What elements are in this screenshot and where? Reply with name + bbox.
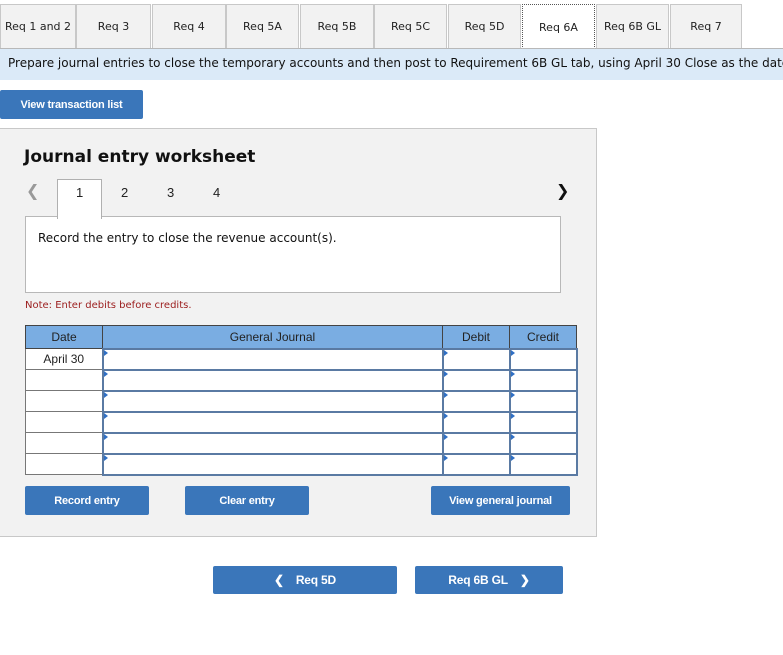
- view-general-journal-button[interactable]: View general journal: [431, 486, 570, 515]
- worksheet-title: Journal entry worksheet: [24, 147, 256, 167]
- account-cell[interactable]: [101, 431, 444, 455]
- credit-input[interactable]: [510, 434, 576, 452]
- credit-cell[interactable]: [508, 410, 578, 434]
- date-cell: [25, 390, 103, 412]
- header-debit: Debit: [442, 325, 510, 349]
- header-credit: Credit: [509, 325, 577, 349]
- credit-cell[interactable]: [508, 431, 578, 455]
- prev-req-5d-button[interactable]: ❮ Req 5D: [213, 566, 397, 594]
- account-cell[interactable]: [101, 347, 444, 371]
- chevron-right-icon[interactable]: ❯: [556, 181, 569, 200]
- account-input[interactable]: [103, 392, 442, 410]
- journal-entry-worksheet: Journal entry worksheet ❮ ❯ 1 2 3 4 Reco…: [0, 128, 597, 537]
- table-row: [25, 368, 578, 392]
- account-input[interactable]: [103, 413, 442, 431]
- date-cell: [25, 432, 103, 454]
- date-cell: [25, 411, 103, 433]
- credit-cell[interactable]: [508, 347, 578, 371]
- account-input[interactable]: [103, 350, 442, 368]
- date-cell: [25, 453, 103, 475]
- step-2[interactable]: 2: [121, 185, 128, 200]
- credit-cell[interactable]: [508, 368, 578, 392]
- tab-req-6b-gl[interactable]: Req 6B GL: [596, 4, 669, 48]
- next-req-6b-gl-button[interactable]: Req 6B GL ❯: [415, 566, 563, 594]
- table-row: [25, 410, 578, 434]
- debit-input[interactable]: [443, 434, 509, 452]
- tab-req-7[interactable]: Req 7: [670, 4, 742, 48]
- debit-cell[interactable]: [441, 368, 511, 392]
- record-entry-button[interactable]: Record entry: [25, 486, 149, 515]
- credit-input[interactable]: [510, 455, 576, 473]
- credit-input[interactable]: [510, 392, 576, 410]
- account-input[interactable]: [103, 371, 442, 389]
- credit-input[interactable]: [510, 350, 576, 368]
- table-row: [25, 431, 578, 455]
- header-date: Date: [25, 325, 103, 349]
- table-row: [25, 389, 578, 413]
- instruction-banner: Prepare journal entries to close the tem…: [0, 48, 783, 80]
- debit-input[interactable]: [443, 455, 509, 473]
- journal-table: Date General Journal Debit Credit April …: [25, 325, 578, 476]
- tab-req-5b[interactable]: Req 5B: [300, 4, 374, 48]
- credit-cell[interactable]: [508, 452, 578, 476]
- view-transaction-list-button[interactable]: View transaction list: [0, 90, 143, 119]
- step-4[interactable]: 4: [213, 185, 220, 200]
- debit-cell[interactable]: [441, 452, 511, 476]
- header-general-journal: General Journal: [102, 325, 443, 349]
- clear-entry-button[interactable]: Clear entry: [185, 486, 309, 515]
- chevron-left-icon[interactable]: ❮: [26, 181, 39, 200]
- tab-req-5d[interactable]: Req 5D: [448, 4, 521, 48]
- debits-note: Note: Enter debits before credits.: [25, 300, 192, 311]
- tab-req-4[interactable]: Req 4: [152, 4, 226, 48]
- account-cell[interactable]: [101, 389, 444, 413]
- account-cell[interactable]: [101, 410, 444, 434]
- account-cell[interactable]: [101, 368, 444, 392]
- tab-req-3[interactable]: Req 3: [76, 4, 151, 48]
- account-input[interactable]: [103, 434, 442, 452]
- debit-cell[interactable]: [441, 431, 511, 455]
- tab-req-5c[interactable]: Req 5C: [374, 4, 447, 48]
- tab-req-5a[interactable]: Req 5A: [226, 4, 299, 48]
- date-cell: [25, 369, 103, 391]
- credit-input[interactable]: [510, 371, 576, 389]
- step-1[interactable]: 1: [76, 185, 83, 200]
- date-cell: April 30: [25, 348, 103, 370]
- chevron-left-icon: ❮: [273, 573, 284, 587]
- entry-prompt-box: Record the entry to close the revenue ac…: [25, 216, 561, 293]
- debit-cell[interactable]: [441, 389, 511, 413]
- debit-input[interactable]: [443, 413, 509, 431]
- debit-cell[interactable]: [441, 410, 511, 434]
- credit-input[interactable]: [510, 413, 576, 431]
- account-cell[interactable]: [101, 452, 444, 476]
- debit-cell[interactable]: [441, 347, 511, 371]
- debit-input[interactable]: [443, 371, 509, 389]
- debit-input[interactable]: [443, 392, 509, 410]
- next-button-label: Req 6B GL: [448, 573, 508, 587]
- chevron-right-icon: ❯: [519, 573, 530, 587]
- requirement-tabs: Req 1 and 2 Req 3 Req 4 Req 5A Req 5B Re…: [0, 4, 783, 49]
- credit-cell[interactable]: [508, 389, 578, 413]
- tab-req-6a[interactable]: Req 6A: [522, 4, 595, 49]
- table-row: April 30: [25, 347, 578, 371]
- entry-prompt: Record the entry to close the revenue ac…: [38, 231, 337, 245]
- table-row: [25, 452, 578, 476]
- tab-req-1-and-2[interactable]: Req 1 and 2: [0, 4, 76, 48]
- prev-button-label: Req 5D: [295, 573, 336, 587]
- account-input[interactable]: [103, 455, 442, 473]
- step-3[interactable]: 3: [167, 185, 174, 200]
- debit-input[interactable]: [443, 350, 509, 368]
